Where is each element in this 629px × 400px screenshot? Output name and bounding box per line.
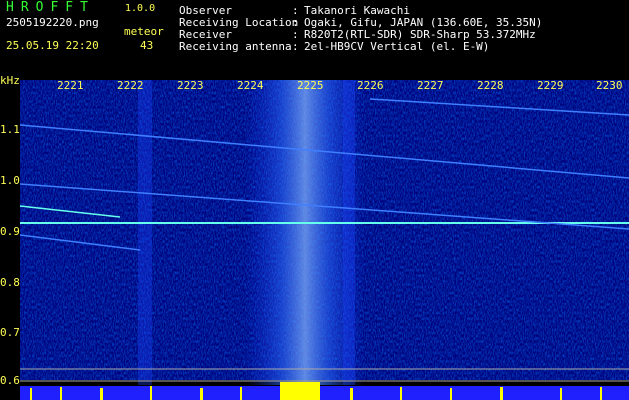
signal-level-tick [350,388,353,400]
signal-level-tick [500,387,503,400]
signal-level-tick [100,388,103,400]
signal-level-tick [240,387,242,400]
y-tick-label: 0.9 [0,225,20,238]
signal-level-tick [60,387,62,400]
signal-level-bar [20,386,629,400]
signal-level-tick [150,386,152,400]
signal-level-tick [30,388,32,400]
signal-level-tick [200,388,203,400]
meteor-count: 43 [140,39,154,52]
datetime: 25.05.19 22:20 [6,39,99,52]
file-name: 2505192220.png [6,16,99,29]
x-tick-label: 2228 [477,79,504,92]
x-tick-label: 2224 [237,79,264,92]
vertical-band [138,80,152,385]
signal-level-bar-peak [280,382,320,400]
app-version: 1.0.0 [125,3,156,14]
y-tick-label: 1.1 [0,123,20,136]
y-tick-label: 0.7 [0,326,20,339]
x-tick-label: 2225 [297,79,324,92]
y-tick-label: 1.0 [0,174,20,187]
vertical-band [343,80,355,385]
y-tick-label: 0.6 [0,374,20,387]
signal-level-tick [450,388,452,400]
x-tick-label: 2223 [177,79,204,92]
x-tick-label: 2229 [537,79,564,92]
x-tick-label: 2227 [417,79,444,92]
y-tick-label: 0.8 [0,276,20,289]
spectrogram-plot [19,80,629,400]
info-colon: : [292,40,299,53]
x-tick-label: 2222 [117,79,144,92]
info-key-antenna: Receiving antenna [179,40,292,53]
info-value-antenna: 2el-HB9CV Vertical (el. E-W) [304,40,490,53]
x-tick-label: 2221 [57,79,84,92]
meteor-label: meteor [124,25,164,38]
y-axis-unit: kHz [0,74,20,87]
signal-level-tick [560,388,562,400]
app-title: HROFFT [6,0,95,15]
signal-level-tick [400,387,402,400]
x-tick-label: 2226 [357,79,384,92]
x-tick-label: 2230 [596,79,623,92]
signal-level-tick [600,387,602,400]
